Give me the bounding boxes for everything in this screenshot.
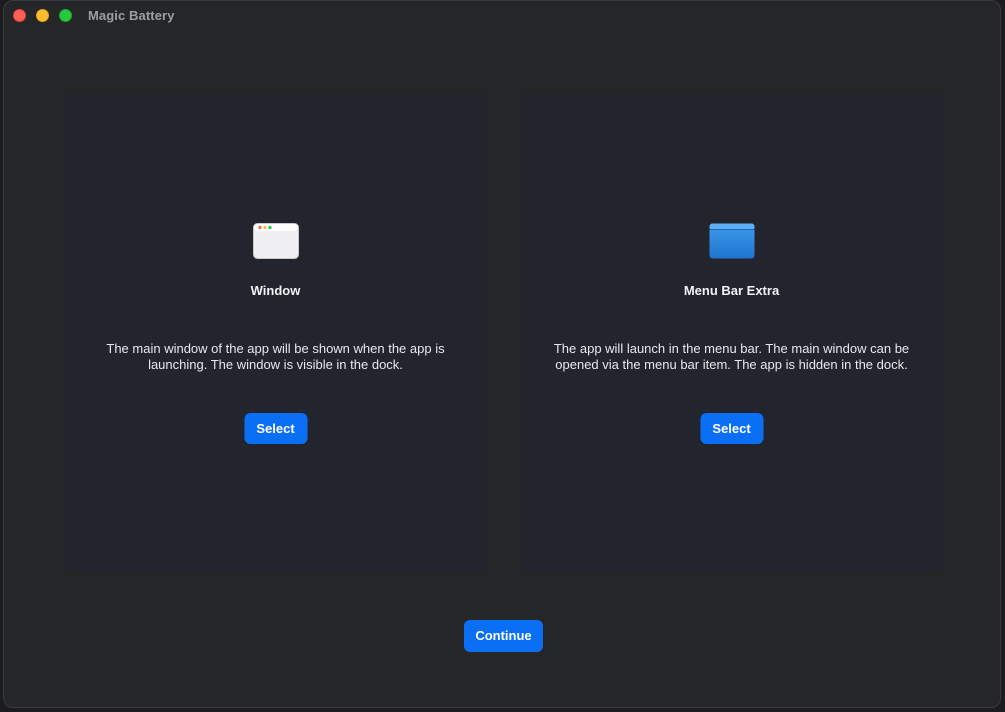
menu-bar-window-icon <box>709 223 754 259</box>
option-card-window: Window The main window of the app will b… <box>63 94 488 571</box>
title-bar[interactable]: Magic Battery <box>4 1 1000 31</box>
option-title: Window <box>250 283 301 298</box>
continue-button[interactable]: Continue <box>464 620 543 652</box>
option-card-menu-bar-extra: Menu Bar Extra The app will launch in th… <box>519 94 944 571</box>
option-description: The main window of the app will be shown… <box>106 341 445 372</box>
select-window-button[interactable]: Select <box>244 413 307 444</box>
close-window-button[interactable] <box>13 9 26 22</box>
select-menu-bar-extra-button[interactable]: Select <box>700 413 763 444</box>
app-window: Magic Battery Window The main window of … <box>3 0 1001 708</box>
minimize-window-button[interactable] <box>36 9 49 22</box>
window-title: Magic Battery <box>88 8 175 23</box>
option-title: Menu Bar Extra <box>683 283 780 298</box>
zoom-window-button[interactable] <box>59 9 72 22</box>
app-window-icon <box>252 223 299 259</box>
option-description: The app will launch in the menu bar. The… <box>553 341 910 372</box>
